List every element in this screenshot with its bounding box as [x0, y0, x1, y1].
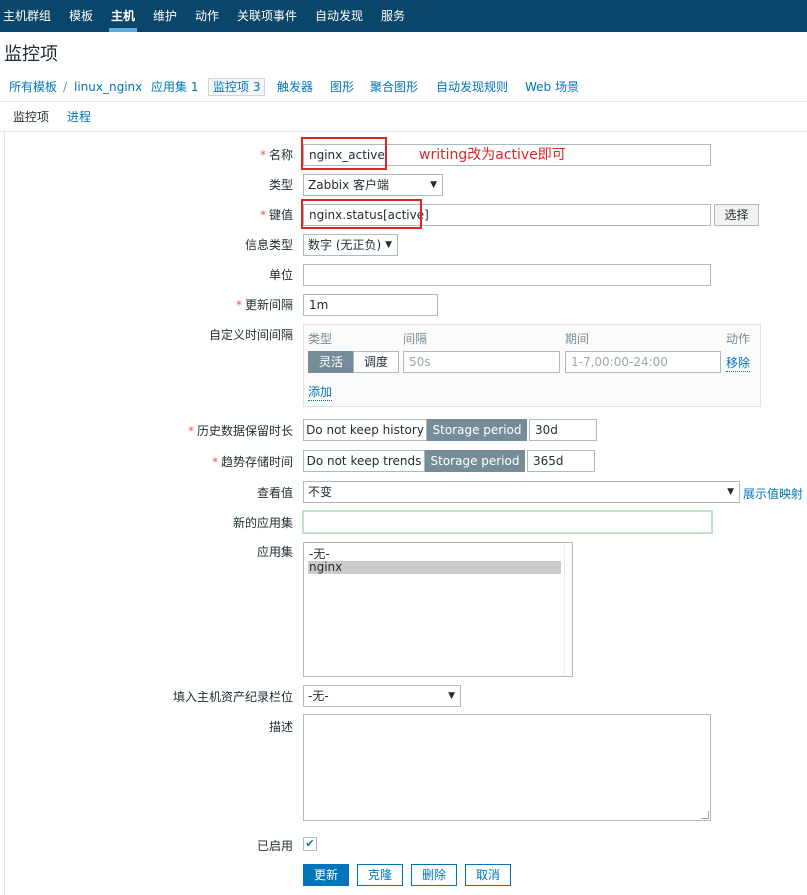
trends-storage-toggle[interactable]: Storage period	[425, 450, 525, 472]
col-action: 动作	[726, 332, 751, 346]
form-tabs: 监控项 进程	[0, 103, 807, 135]
breadcrumb-graphs[interactable]: 图形	[330, 79, 354, 95]
chevron-down-icon: ▼	[430, 180, 437, 190]
list-item-selected[interactable]: nginx	[308, 561, 561, 574]
history-no-keep-toggle[interactable]: Do not keep history	[303, 419, 427, 441]
period-input[interactable]: 1-7,00:00-24:00	[565, 351, 721, 373]
chevron-down-icon: ▼	[385, 240, 392, 250]
breadcrumb-separator: /	[63, 80, 68, 94]
info-type-select[interactable]: 数字 (无正负) ▼	[303, 234, 398, 256]
nav-event-correlation[interactable]: 关联项事件	[237, 0, 297, 32]
breadcrumb-applications[interactable]: 应用集 1	[151, 79, 198, 95]
show-value-mapping-link[interactable]: 展示值映射	[743, 485, 803, 502]
clone-button[interactable]: 克隆	[357, 864, 403, 886]
history-label: * 历史数据保留时长	[187, 424, 293, 438]
trends-no-keep-toggle[interactable]: Do not keep trends	[303, 450, 425, 472]
breadcrumb-web-scenarios[interactable]: Web 场景	[525, 79, 579, 95]
nav-host-groups[interactable]: 主机群组	[3, 0, 51, 32]
description-label: 描述	[268, 720, 293, 734]
listbox-scrollbar[interactable]	[564, 543, 572, 676]
type-label: 类型	[268, 178, 293, 192]
new-application-input[interactable]	[302, 510, 713, 534]
interval-input[interactable]: 50s	[403, 351, 560, 373]
breadcrumb-items[interactable]: 监控项 3	[208, 78, 266, 96]
scheduling-toggle[interactable]: 调度	[353, 351, 399, 373]
custom-intervals-table: 类型 间隔 期间 动作 灵活 调度 50s 1-7,00:00-24:00 移除…	[303, 324, 761, 407]
chevron-down-icon: ▼	[727, 487, 734, 497]
type-select[interactable]: Zabbix 客户端 ▼	[303, 174, 443, 196]
description-textarea[interactable]	[303, 714, 711, 821]
tab-preprocessing[interactable]: 进程	[67, 108, 91, 125]
annotation-box-key	[301, 199, 422, 229]
annotation-text: writing改为active即可	[419, 147, 566, 163]
top-navigation: 主机群组 模板 主机 维护 动作 关联项事件 自动发现 服务	[0, 0, 807, 32]
annotation-box-name	[301, 137, 387, 170]
history-storage-toggle[interactable]: Storage period	[427, 419, 527, 441]
custom-intervals-label: 自定义时间间隔	[208, 328, 293, 342]
units-label: 单位	[268, 268, 293, 282]
trends-input[interactable]: 365d	[527, 450, 595, 472]
cancel-button[interactable]: 取消	[465, 864, 511, 886]
resize-handle-icon[interactable]	[701, 811, 709, 819]
remove-interval-link[interactable]: 移除	[726, 354, 751, 372]
item-form: * 名称 nginx_active writing改为active即可 类型 Za…	[4, 132, 807, 895]
applications-label: 应用集	[256, 545, 293, 559]
trends-label: * 趋势存储时间	[211, 455, 293, 469]
check-icon: ✔	[305, 837, 315, 850]
col-interval: 间隔	[403, 332, 428, 346]
nav-services[interactable]: 服务	[381, 0, 405, 32]
page-title: 监控项	[4, 44, 58, 65]
units-input[interactable]	[303, 264, 711, 286]
add-interval-link[interactable]: 添加	[308, 383, 333, 401]
nav-actions[interactable]: 动作	[195, 0, 219, 32]
history-input[interactable]: 30d	[529, 419, 597, 441]
update-interval-label: * 更新间隔	[235, 298, 293, 312]
show-value-label: 查看值	[256, 486, 293, 500]
list-item[interactable]: -无-	[308, 548, 561, 561]
breadcrumb-all-templates[interactable]: 所有模板	[9, 79, 57, 95]
update-button[interactable]: 更新	[303, 864, 349, 886]
breadcrumb-host[interactable]: linux_nginx	[74, 79, 142, 95]
nav-discovery[interactable]: 自动发现	[315, 0, 363, 32]
nav-hosts[interactable]: 主机	[108, 0, 138, 32]
key-select-button[interactable]: 选择	[714, 204, 759, 226]
tab-item[interactable]: 监控项	[4, 108, 58, 135]
inventory-label: 填入主机资产纪录栏位	[172, 690, 293, 704]
chevron-down-icon: ▼	[448, 691, 455, 701]
new-application-label: 新的应用集	[232, 516, 293, 530]
breadcrumb-triggers[interactable]: 触发器	[277, 79, 313, 95]
col-type: 类型	[308, 332, 333, 346]
nav-maintenance[interactable]: 维护	[153, 0, 177, 32]
applications-listbox[interactable]: -无- nginx	[303, 542, 573, 677]
col-period: 期间	[565, 332, 590, 346]
enabled-label: 已启用	[256, 839, 293, 853]
name-label: * 名称	[259, 148, 293, 162]
enabled-checkbox[interactable]: ✔	[303, 837, 317, 851]
delete-button[interactable]: 删除	[411, 864, 457, 886]
update-interval-input[interactable]: 1m	[303, 294, 438, 316]
breadcrumb-discovery-rules[interactable]: 自动发现规则	[436, 79, 508, 95]
info-type-label: 信息类型	[244, 238, 293, 252]
breadcrumb-aggregated-graphs[interactable]: 聚合图形	[370, 79, 418, 95]
breadcrumb: 所有模板 / linux_nginx 应用集 1 监控项 3 触发器 图形 聚合…	[0, 72, 807, 102]
flexible-toggle[interactable]: 灵活	[308, 351, 354, 373]
show-value-select[interactable]: 不变 ▼	[303, 481, 740, 503]
inventory-select[interactable]: -无- ▼	[303, 685, 461, 707]
key-label: * 键值	[259, 208, 293, 222]
nav-templates[interactable]: 模板	[69, 0, 93, 32]
